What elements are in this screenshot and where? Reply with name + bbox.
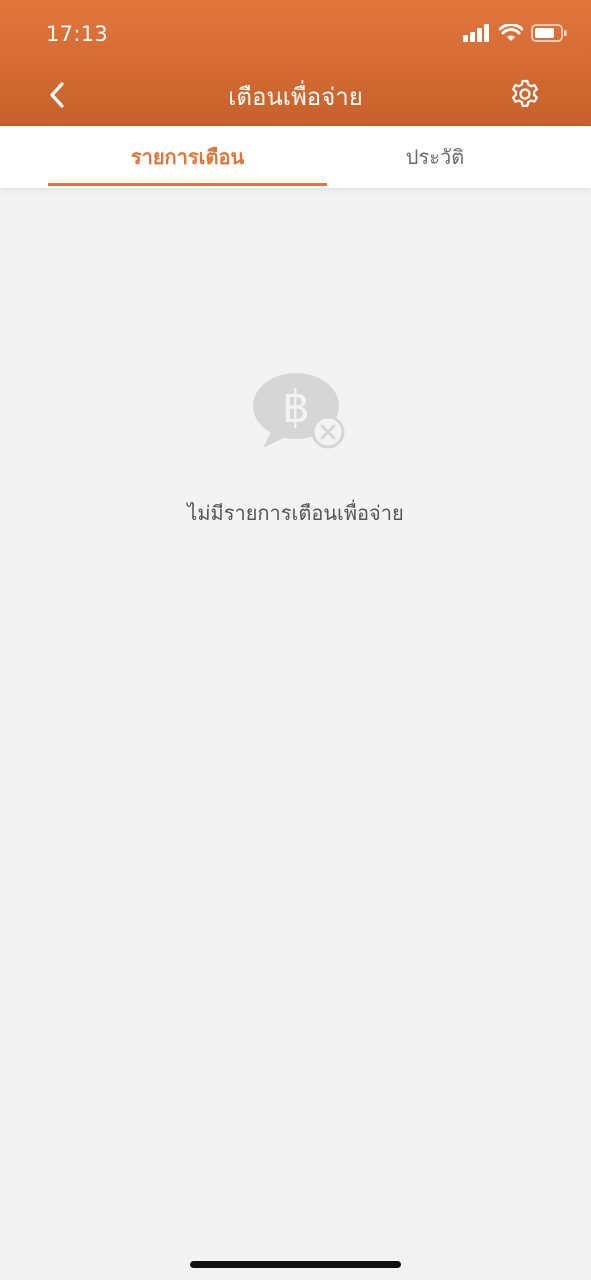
cellular-signal-icon — [463, 24, 489, 42]
empty-state-message: ไม่มีรายการเตือนเพื่อจ่าย — [187, 501, 404, 525]
svg-text:฿: ฿ — [282, 382, 310, 433]
status-bar-time: 17:13 — [46, 22, 109, 46]
tab-alert-list[interactable]: รายการเตือน — [48, 126, 327, 188]
app-header: 17:13 เตือนเพื่อจ่าย — [0, 0, 591, 126]
gear-icon — [512, 79, 538, 107]
page-title: เตือนเพื่อจ่าย — [228, 83, 363, 111]
battery-icon — [531, 24, 567, 42]
settings-button[interactable] — [507, 76, 543, 112]
tab-history[interactable]: ประวัติ — [327, 126, 543, 188]
home-indicator[interactable] — [190, 1261, 401, 1268]
back-button[interactable] — [40, 78, 74, 112]
tab-alert-list-label: รายการเตือน — [130, 145, 245, 169]
tab-bar: รายการเตือน ประวัติ — [0, 126, 591, 188]
wifi-icon — [499, 24, 523, 41]
baht-chat-bubble-x-icon: ฿ — [253, 373, 345, 449]
tab-history-label: ประวัติ — [405, 145, 465, 169]
chevron-left-icon — [50, 82, 64, 108]
active-tab-indicator — [48, 183, 327, 186]
status-bar-icons — [463, 24, 567, 42]
